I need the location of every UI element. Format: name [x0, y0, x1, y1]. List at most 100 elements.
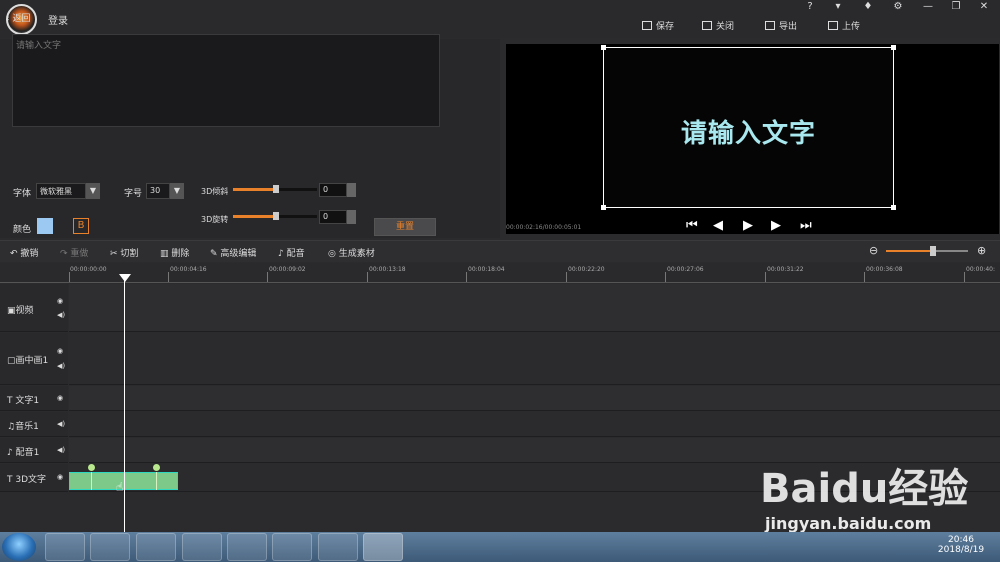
restore-button[interactable]: ❐	[946, 1, 966, 15]
skip-start-icon[interactable]: ⏮	[686, 218, 698, 233]
redo-icon: ↷	[60, 249, 71, 259]
save-button[interactable]: 保存	[642, 19, 674, 32]
speaker-icon[interactable]: ◀)	[57, 420, 65, 428]
track-lane-music[interactable]	[69, 412, 1000, 437]
bell-icon[interactable]: ♦	[858, 1, 878, 15]
font-label: 字体	[13, 189, 32, 199]
help-icon[interactable]: ?	[800, 1, 820, 15]
speaker-icon[interactable]: ◀)	[57, 362, 65, 370]
close-button[interactable]: ✕	[974, 1, 994, 15]
font-select[interactable]: 微软雅黑	[36, 183, 86, 199]
reset-button[interactable]: 重置	[374, 218, 436, 236]
redo-button[interactable]: ↷ 重做	[60, 246, 88, 259]
tilt-slider-knob[interactable]	[273, 185, 279, 193]
minimize-button[interactable]: —	[918, 1, 938, 15]
generate-material-button[interactable]: ◎ 生成素材	[328, 246, 375, 259]
speaker-icon[interactable]: ◀)	[57, 311, 65, 319]
taskbar-app-qq[interactable]	[90, 533, 130, 561]
step-forward-icon[interactable]: ▶	[771, 218, 781, 233]
taskbar-app-media[interactable]	[136, 533, 176, 561]
speaker-icon[interactable]: ◀)	[57, 446, 65, 454]
undo-icon: ↶	[10, 249, 21, 259]
step-back-icon[interactable]: ◀	[713, 218, 723, 233]
rotate-slider-knob[interactable]	[273, 212, 279, 220]
size-label: 字号	[124, 189, 143, 199]
rotate-spinner[interactable]	[347, 210, 356, 224]
taskbar-app-360[interactable]	[45, 533, 85, 561]
gear-icon[interactable]: ⚙	[888, 1, 908, 15]
taskbar-app-recorder[interactable]	[318, 533, 358, 561]
playhead-line[interactable]	[124, 278, 125, 532]
timecode: 00:00:02:16/00:00:05:01	[506, 224, 582, 231]
film-reel-icon: ◎	[328, 249, 339, 259]
track-lane-text[interactable]	[69, 386, 1000, 411]
taskbar-app-explorer[interactable]	[227, 533, 267, 561]
play-icon[interactable]: ▶	[743, 218, 753, 233]
zoom-slider-knob[interactable]	[930, 246, 936, 256]
skip-end-icon[interactable]: ⏭	[800, 218, 812, 233]
ruler-label: 00:00:22:20	[568, 266, 605, 273]
zoom-in-icon[interactable]: ⊕	[977, 244, 986, 257]
track-label: T 文字1	[7, 396, 40, 406]
resize-handle[interactable]	[891, 45, 896, 50]
eye-icon[interactable]: ◉	[57, 347, 63, 355]
eye-icon[interactable]: ◉	[57, 473, 63, 481]
ruler-tick	[864, 272, 865, 282]
ruler-label: 00:00:40:	[966, 266, 995, 273]
export-icon	[765, 21, 775, 30]
undo-button[interactable]: ↶ 撤销	[10, 246, 38, 259]
taskbar-app-player[interactable]	[272, 533, 312, 561]
video-icon: ▣	[7, 306, 16, 316]
tilt-label: 3D倾斜	[201, 187, 229, 196]
track-label: ▣视频	[7, 306, 34, 316]
keyframe-line	[156, 472, 157, 490]
taskbar-app-firefox[interactable]	[182, 533, 222, 561]
playhead-handle[interactable]	[119, 274, 131, 282]
ruler-label: 00:00:31:22	[767, 266, 804, 273]
keyframe-marker[interactable]	[153, 464, 160, 471]
keyframe-line	[91, 472, 92, 490]
keyframe-marker[interactable]	[88, 464, 95, 471]
ruler-label: 00:00:27:06	[667, 266, 704, 273]
bold-button[interactable]: B	[73, 218, 89, 234]
watermark-logo: Baidu经验	[760, 466, 969, 512]
cut-button[interactable]: ✂ 切割	[110, 246, 138, 259]
exit-button[interactable]: 关闭	[702, 19, 734, 32]
ruler-tick	[267, 272, 268, 282]
eye-icon[interactable]: ◉	[57, 297, 63, 305]
ruler-label: 00:00:00:00	[70, 266, 107, 273]
ruler-label: 00:00:36:08	[866, 266, 903, 273]
resize-handle[interactable]	[601, 205, 606, 210]
rotate-value-input[interactable]: 0	[319, 210, 347, 224]
zoom-out-icon[interactable]: ⊖	[869, 244, 878, 257]
dub-button[interactable]: ♪ 配音	[278, 246, 305, 259]
eye-icon[interactable]: ◉	[57, 394, 63, 402]
watermark-url: jingyan.baidu.com	[765, 514, 932, 533]
resize-handle[interactable]	[601, 45, 606, 50]
track-lane-pip[interactable]	[69, 333, 1000, 385]
font-dropdown-icon[interactable]: ▼	[86, 183, 100, 199]
export-button[interactable]: 导出	[765, 19, 797, 32]
login-link[interactable]: 登录	[48, 12, 68, 27]
tilt-value-input[interactable]: 0	[319, 183, 347, 197]
vip-icon[interactable]: ▾	[828, 1, 848, 15]
advanced-edit-button[interactable]: ✎ 高级编辑	[210, 246, 256, 259]
delete-button[interactable]: ▥ 删除	[160, 246, 189, 259]
color-swatch[interactable]	[37, 218, 53, 234]
trash-icon: ▥	[160, 249, 172, 259]
text-input[interactable]	[12, 34, 440, 127]
size-dropdown-icon[interactable]: ▼	[170, 183, 184, 199]
tilt-spinner[interactable]	[347, 183, 356, 197]
track-lane-video[interactable]	[69, 284, 1000, 332]
exit-icon	[702, 21, 712, 30]
back-button[interactable]: ‹ 返回	[6, 11, 30, 24]
size-select[interactable]: 30	[146, 183, 170, 199]
ruler-tick	[168, 272, 169, 282]
system-clock[interactable]: 20:46 2018/8/19	[935, 535, 987, 555]
ruler-tick	[964, 272, 965, 282]
resize-handle[interactable]	[891, 205, 896, 210]
ruler-tick	[665, 272, 666, 282]
taskbar-app-editor[interactable]	[363, 533, 403, 561]
start-button[interactable]	[2, 533, 36, 561]
upload-button[interactable]: 上传	[828, 19, 860, 32]
